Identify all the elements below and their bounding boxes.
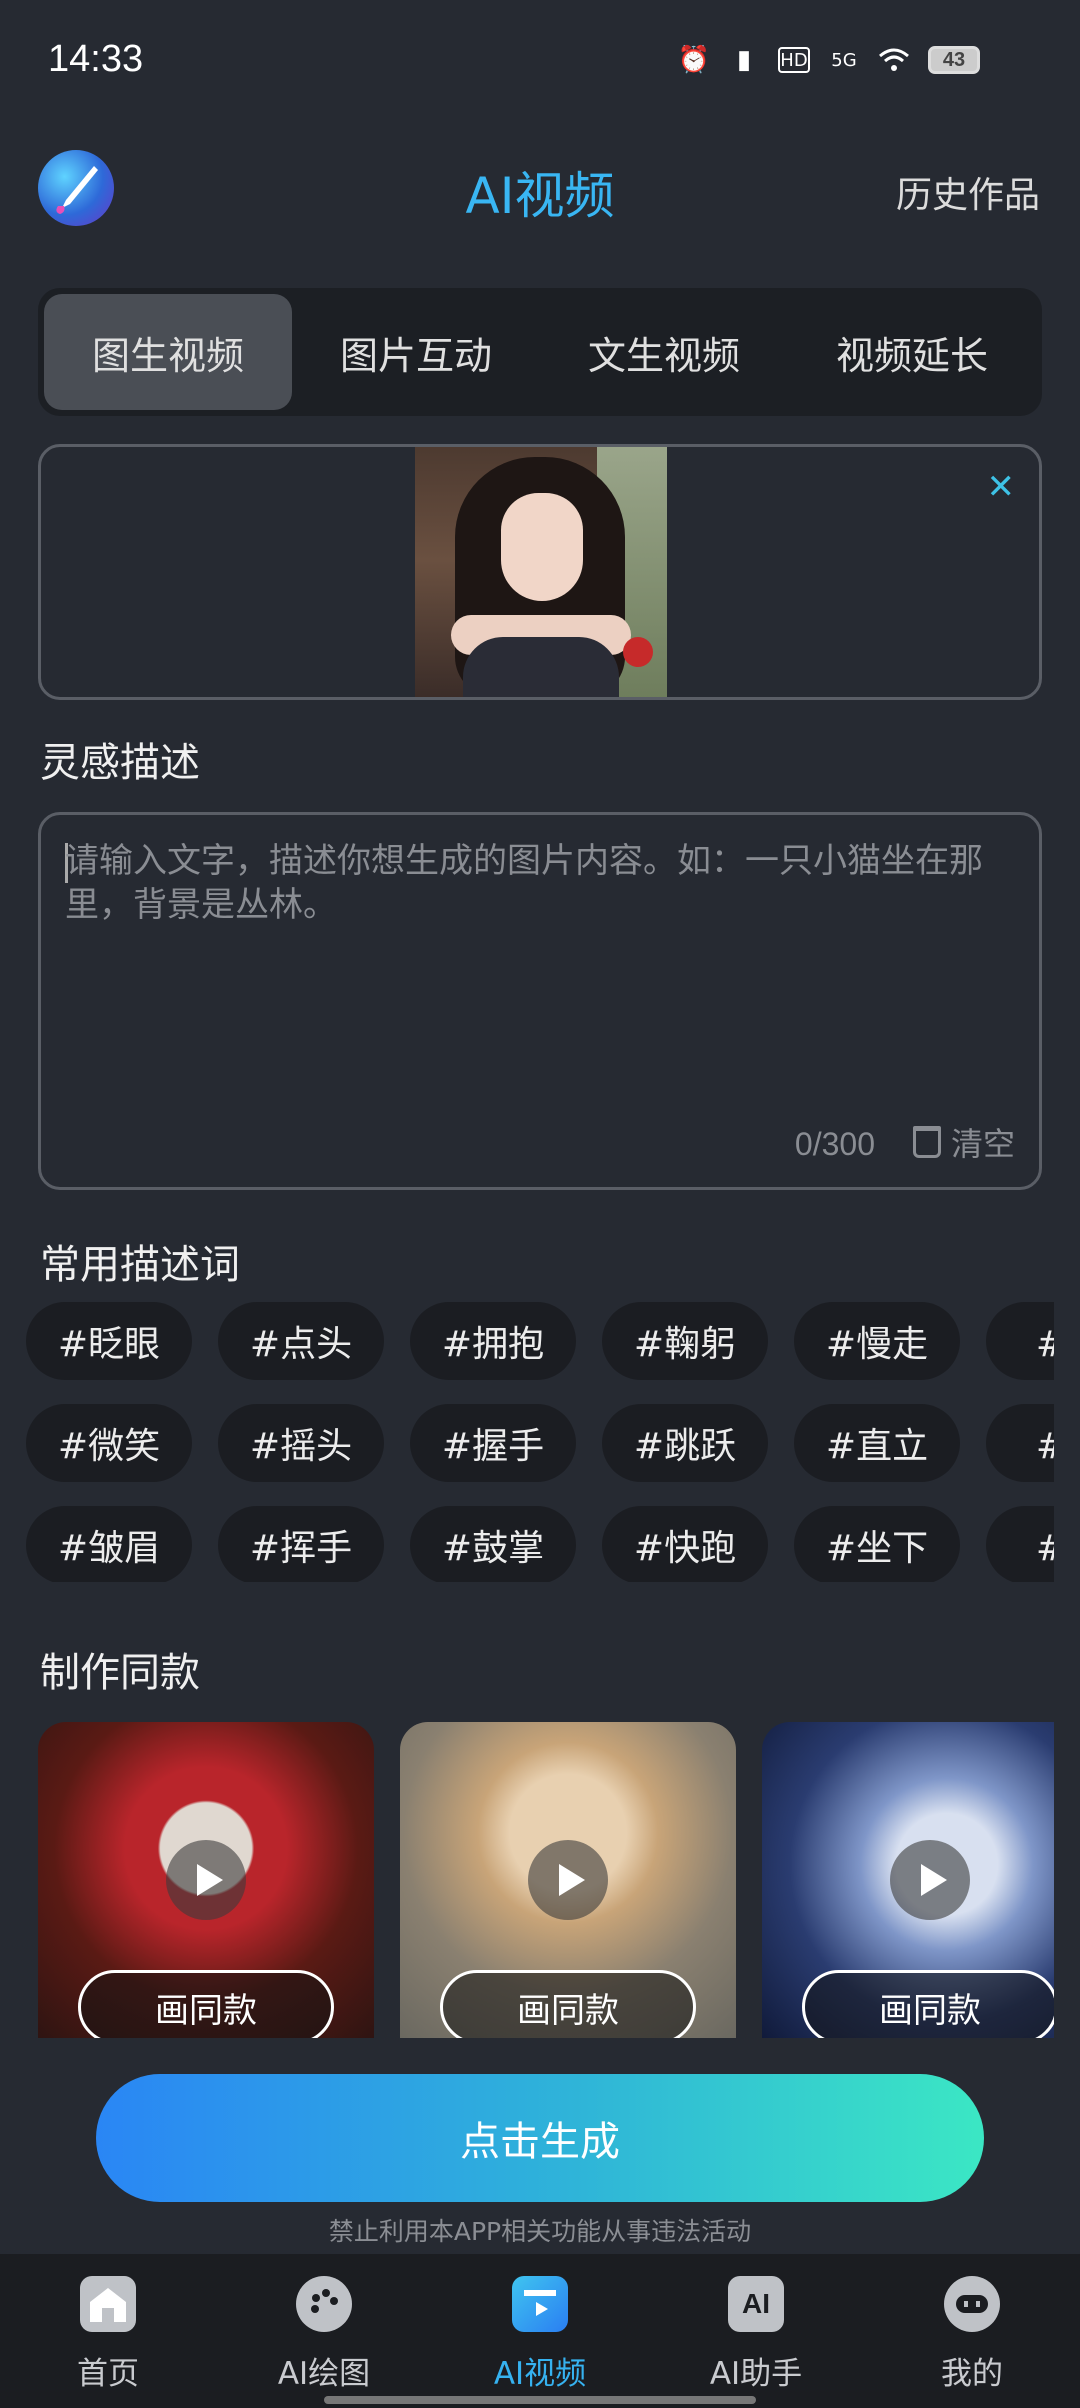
battery-icon: 43 xyxy=(928,46,980,74)
tag-chip[interactable]: #握手 xyxy=(410,1404,576,1482)
nav-ai-drawing[interactable]: AI绘图 xyxy=(216,2254,432,2408)
nav-label: 首页 xyxy=(77,2356,139,2392)
signal-icon: 5G xyxy=(831,49,857,71)
template-card[interactable]: 画同款 xyxy=(762,1722,1054,2038)
status-time: 14:33 xyxy=(48,38,144,80)
nav-mine[interactable]: 我的 xyxy=(864,2254,1080,2408)
tag-chip[interactable]: #转 xyxy=(986,1302,1054,1380)
tag-chip[interactable]: #坐下 xyxy=(794,1506,960,1582)
make-same-button[interactable]: 画同款 xyxy=(802,1970,1054,2038)
clear-label: 清空 xyxy=(950,1125,1015,1163)
tag-list: #眨眼 #点头 #拥抱 #鞠躬 #慢走 #转 #微笑 #摇头 #握手 #跳跃 #… xyxy=(26,1302,1054,1582)
tag-chip[interactable]: #摇头 xyxy=(218,1404,384,1482)
template-carousel: 画同款 画同款 画同款 xyxy=(38,1722,1054,2038)
home-indicator[interactable] xyxy=(324,2396,756,2404)
legal-notice: 禁止利用本APP相关功能从事违法活动 xyxy=(328,2217,752,2246)
wifi-icon xyxy=(878,44,910,76)
play-icon[interactable] xyxy=(890,1840,970,1920)
make-same-button[interactable]: 画同款 xyxy=(440,1970,696,2038)
status-icons: ⏰ ▮ HD 5G 43 xyxy=(678,44,980,76)
tab-video-extend[interactable]: 视频延长 xyxy=(788,294,1036,410)
status-bar: 14:33 ⏰ ▮ HD 5G 43 xyxy=(0,0,1080,130)
alarm-icon: ⏰ xyxy=(677,45,711,75)
clear-button[interactable]: 清空 xyxy=(912,1119,1015,1165)
tag-chip[interactable]: #快跑 xyxy=(602,1506,768,1582)
generate-button[interactable]: 点击生成 xyxy=(96,2074,984,2202)
prompt-input-box[interactable]: 请输入文字，描述你想生成的图片内容。如：一只小猫坐在那里，背景是丛林。 0/30… xyxy=(38,812,1042,1190)
video-icon xyxy=(512,2276,568,2332)
home-icon xyxy=(80,2276,136,2332)
play-icon[interactable] xyxy=(166,1840,246,1920)
nav-label: 我的 xyxy=(941,2356,1003,2392)
tag-chip[interactable]: #拥抱 xyxy=(410,1302,576,1380)
nav-ai-video[interactable]: AI视频 xyxy=(432,2254,648,2408)
template-card[interactable]: 画同款 xyxy=(38,1722,374,2038)
tag-chip[interactable]: #跑 xyxy=(986,1404,1054,1482)
tab-image-interaction[interactable]: 图片互动 xyxy=(292,294,540,410)
template-card[interactable]: 画同款 xyxy=(400,1722,736,2038)
tag-row: #眨眼 #点头 #拥抱 #鞠躬 #慢走 #转 xyxy=(26,1302,1054,1382)
tab-text-to-video[interactable]: 文生视频 xyxy=(540,294,788,410)
nav-label: AI助手 xyxy=(709,2356,803,2392)
ai-icon: AI xyxy=(728,2276,784,2332)
make-same-button[interactable]: 画同款 xyxy=(78,1970,334,2038)
tag-chip[interactable]: #直立 xyxy=(794,1404,960,1482)
nav-label: AI绘图 xyxy=(277,2356,371,2392)
tag-chip[interactable]: #微笑 xyxy=(26,1404,192,1482)
tab-image-to-video[interactable]: 图生视频 xyxy=(44,294,292,410)
tag-chip[interactable]: #鞠躬 xyxy=(602,1302,768,1380)
prompt-section-title: 灵感描述 xyxy=(40,740,200,786)
hd-icon: HD xyxy=(778,47,810,73)
tag-row: #微笑 #摇头 #握手 #跳跃 #直立 #跑 xyxy=(26,1404,1054,1484)
tag-chip[interactable]: #鼓掌 xyxy=(410,1506,576,1582)
tag-chip[interactable]: #点头 xyxy=(218,1302,384,1380)
tag-chip[interactable]: #挥手 xyxy=(218,1506,384,1582)
uploaded-image xyxy=(415,447,667,697)
char-counter: 0/300 xyxy=(794,1126,875,1162)
robot-icon xyxy=(944,2276,1000,2332)
nav-ai-assistant[interactable]: AI AI助手 xyxy=(648,2254,864,2408)
templates-section-title: 制作同款 xyxy=(40,1650,200,1696)
tag-chip[interactable]: #停 xyxy=(986,1506,1054,1582)
tag-row: #皱眉 #挥手 #鼓掌 #快跑 #坐下 #停 xyxy=(26,1506,1054,1582)
prompt-placeholder[interactable]: 请输入文字，描述你想生成的图片内容。如：一只小猫坐在那里，背景是丛林。 xyxy=(65,839,1015,927)
trash-icon xyxy=(912,1126,941,1158)
history-button[interactable]: 历史作品 xyxy=(896,166,1040,218)
tags-section-title: 常用描述词 xyxy=(40,1242,240,1288)
tag-chip[interactable]: #皱眉 xyxy=(26,1506,192,1582)
close-icon[interactable]: ✕ xyxy=(987,467,1016,507)
tag-chip[interactable]: #跳跃 xyxy=(602,1404,768,1482)
play-icon[interactable] xyxy=(528,1840,608,1920)
palette-icon xyxy=(296,2276,352,2332)
mode-tabs: 图生视频 图片互动 文生视频 视频延长 xyxy=(38,288,1042,416)
image-upload-area[interactable]: ✕ xyxy=(38,444,1042,700)
bottom-nav: 首页 AI绘图 AI视频 AI AI助手 我的 xyxy=(0,2254,1080,2408)
nav-label: AI视频 xyxy=(493,2356,587,2392)
tag-chip[interactable]: #慢走 xyxy=(794,1302,960,1380)
nav-home[interactable]: 首页 xyxy=(0,2254,216,2408)
vibrate-icon: ▮ xyxy=(736,45,752,75)
tag-chip[interactable]: #眨眼 xyxy=(26,1302,192,1380)
header: AI视频 历史作品 xyxy=(0,140,1080,250)
